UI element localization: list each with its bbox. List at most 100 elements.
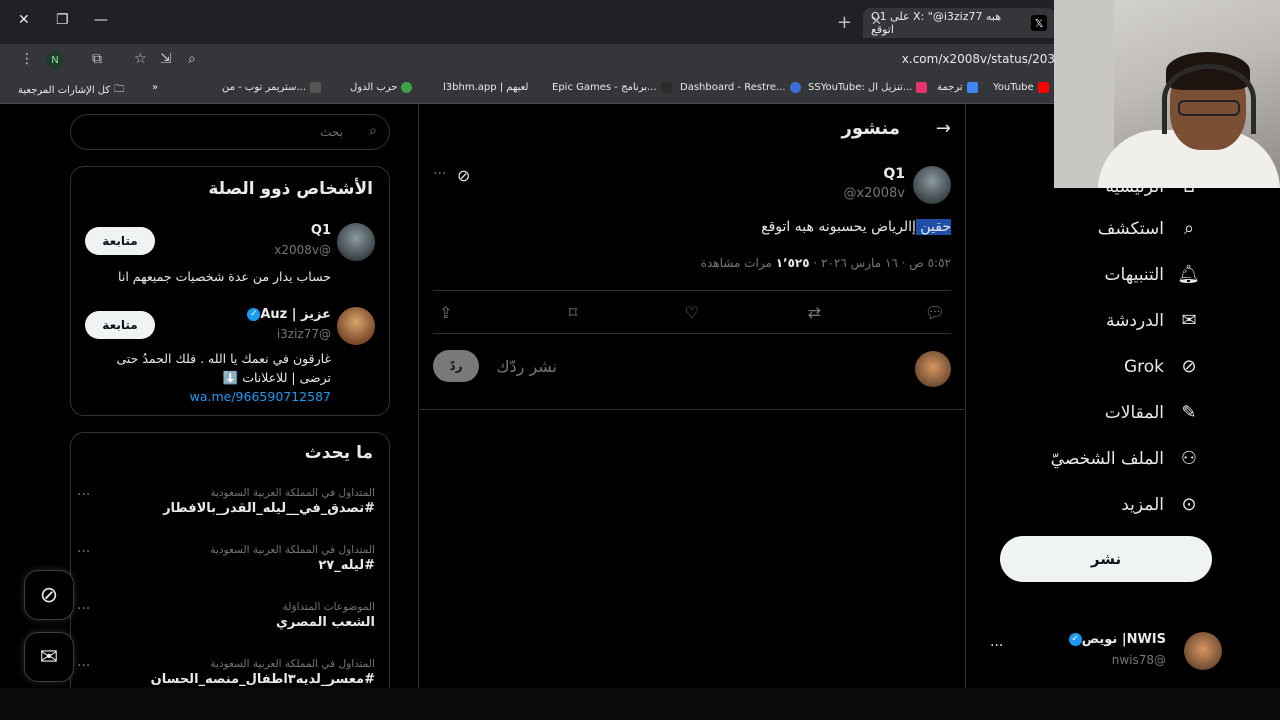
nav-item-profile[interactable]: ⚇ الملف الشخصيّ [1051, 448, 1200, 469]
window-minimize-icon[interactable]: — [94, 12, 108, 28]
account-avatar[interactable] [1184, 632, 1222, 670]
nav-item-chat[interactable]: ✉ الدردشة [1106, 310, 1200, 331]
reply-icon[interactable]: 💬︎ [925, 303, 945, 322]
more-icon[interactable]: ··· [77, 544, 90, 560]
address-bar[interactable]: x.com/x2008v/status/203 [902, 52, 1055, 66]
bookmark-icon[interactable]: ⌑ [569, 303, 577, 322]
trend-title: #ليله_٢٧ [318, 558, 375, 573]
x-logo-icon: 𝕏 [1031, 15, 1047, 31]
bookmark-item[interactable]: YouTube [993, 82, 1049, 93]
profile-avatar[interactable]: N [46, 51, 64, 69]
bookmark-favicon [916, 82, 928, 93]
more-icon[interactable]: ··· [77, 658, 90, 674]
trend-item[interactable]: المتداول في المملكة العربية السعودية #لي… [77, 544, 375, 573]
related-title: الأشخاص ذوو الصلة [208, 179, 373, 199]
related-people-card: الأشخاص ذوو الصلة Q1 @x2008v حساب يدار م… [70, 166, 390, 416]
mail-icon: ✉ [1181, 310, 1197, 331]
grok-icon: ⊘ [39, 582, 59, 608]
post-time[interactable]: ٥:٥٢ ص · ١٦ مارس ٢٠٢٦ · [810, 256, 951, 270]
more-icon: ⊙ [1181, 494, 1197, 515]
bookmark-item[interactable]: SSYouTube: تنزيل ال... [808, 82, 928, 93]
post-button[interactable]: نشر [1000, 536, 1212, 582]
bookmark-star-icon[interactable]: ☆ [134, 51, 147, 67]
share-icon[interactable]: ⇪ [439, 303, 452, 322]
bookmark-favicon [789, 82, 801, 93]
trend-meta: المتداول في المملكة العربية السعودية [210, 487, 375, 499]
tab-close-icon[interactable]: ✕ [871, 14, 882, 29]
window-close-icon[interactable]: ✕ [18, 12, 30, 28]
views-label: مرات مشاهدة [700, 256, 776, 270]
account-name[interactable]: NWIS| نويص✓ [1066, 632, 1166, 647]
bookmark-item[interactable]: Dashboard - Restre... [680, 82, 801, 93]
search-icon: ⌕ [1183, 218, 1195, 239]
install-app-icon[interactable]: ⇲ [160, 51, 172, 67]
author-avatar[interactable] [913, 166, 951, 204]
all-bookmarks[interactable]: كل الإشارات المرجعية 🗀 [18, 82, 124, 99]
like-icon[interactable]: ♡ [685, 303, 699, 322]
more-icon[interactable]: ··· [77, 487, 90, 503]
trend-item[interactable]: الموضوعات المتداوَلة الشعب المصري ··· [77, 601, 375, 630]
trend-title: #تصدق_في__ليله_القدر_بالافطار [163, 501, 375, 516]
tab-title: Q1 على X: "@i3ziz77 هبه اتوقع [871, 10, 1002, 36]
verified-badge-icon: ✓ [1068, 633, 1082, 646]
person-name[interactable]: عزيز | Auz✓ [244, 307, 331, 322]
reply-button[interactable]: ردّ [433, 350, 479, 382]
more-icon[interactable]: ··· [77, 601, 90, 617]
trend-title: الشعب المصري [275, 615, 375, 630]
author-handle[interactable]: @x2008v [844, 186, 905, 201]
divider [419, 409, 965, 410]
article-icon: ✎ [1181, 402, 1197, 423]
headset-icon [1162, 64, 1256, 134]
browser-tab[interactable]: ✕ Q1 على X: "@i3ziz77 هبه اتوقع 𝕏 [863, 8, 1055, 38]
bookmark-item[interactable]: l3bhm.app | لعبهم [443, 82, 528, 93]
repost-icon[interactable]: ⇄ [808, 303, 821, 322]
mail-icon: ✉ [39, 644, 59, 670]
bio-link[interactable]: wa.me/966590712587 [190, 389, 331, 404]
nav-item-notifications[interactable]: 🔔︎ التنبيهات [1105, 264, 1200, 285]
window-restore-icon[interactable]: ❐ [56, 12, 69, 28]
follow-button[interactable]: متابعة [85, 227, 155, 255]
trends-title: ما يحدث [304, 443, 373, 463]
trend-item[interactable]: المتداول في المملكة العربية السعودية #مع… [77, 658, 375, 687]
menu-kebab-icon[interactable]: ⋮ [20, 51, 34, 67]
back-arrow-icon[interactable]: → [936, 118, 951, 139]
avatar[interactable] [337, 307, 375, 345]
grok-icon[interactable]: ⊘ [457, 166, 470, 185]
bookmark-item[interactable]: ترجمة [937, 82, 978, 93]
trend-item[interactable]: المتداول في المملكة العربية السعودية #تص… [77, 487, 375, 516]
x-page: ⌕ الأشخاص ذوو الصلة Q1 @x2008v حساب يدار… [0, 104, 1280, 688]
verified-badge-icon: ✓ [247, 308, 261, 321]
follow-button[interactable]: متابعة [85, 311, 155, 339]
author-name[interactable]: Q1 [883, 166, 905, 182]
nav-item-explore[interactable]: ⌕ استكشف [1098, 218, 1200, 239]
post-text: حقين إالرياض يحسبونه هبه اتوقع [761, 219, 951, 235]
nav-item-more[interactable]: ⊙ المزيد [1121, 494, 1200, 515]
account-more-icon[interactable]: ··· [990, 638, 1003, 654]
nav-item-grok[interactable]: ⊘ Grok [1124, 356, 1200, 377]
grok-icon: ⊘ [1181, 356, 1197, 377]
person-icon: ⚇ [1180, 448, 1198, 469]
avatar[interactable] [337, 223, 375, 261]
bookmark-item[interactable]: Epic Games - برنامج... [552, 82, 672, 93]
nav-item-articles[interactable]: ✎ المقالات [1105, 402, 1200, 423]
new-tab-icon[interactable]: + [837, 12, 852, 33]
person-name[interactable]: Q1 [311, 223, 331, 238]
webcam-overlay [1054, 0, 1280, 188]
bookmark-item[interactable]: ستريمر توب - من... [222, 82, 322, 93]
bookmark-item[interactable]: حرب الدول [350, 82, 413, 93]
search-icon: ⌕ [369, 123, 377, 139]
extensions-icon[interactable]: ⧉ [92, 51, 102, 67]
post-more-icon[interactable]: ··· [433, 166, 446, 182]
search-box[interactable]: ⌕ [70, 114, 390, 150]
person-bio: حساب يدار من عدة شخصيات جميعهم انا [118, 269, 331, 284]
messages-fab[interactable]: ✉ [24, 632, 74, 682]
bookmarks-overflow-icon[interactable]: » [152, 82, 158, 93]
reply-input[interactable]: نشر ردّك [496, 357, 557, 376]
person-handle: @x2008v [274, 243, 331, 257]
youtube-icon [1037, 82, 1049, 93]
grok-fab[interactable]: ⊘ [24, 570, 74, 620]
trends-card: ما يحدث المتداول في المملكة العربية السع… [70, 432, 390, 688]
trend-title: #معسر_لديه٣اطفال_منصه_الحسان [150, 672, 375, 687]
zoom-icon[interactable]: ⌕ [188, 51, 196, 67]
search-input[interactable] [71, 115, 351, 149]
